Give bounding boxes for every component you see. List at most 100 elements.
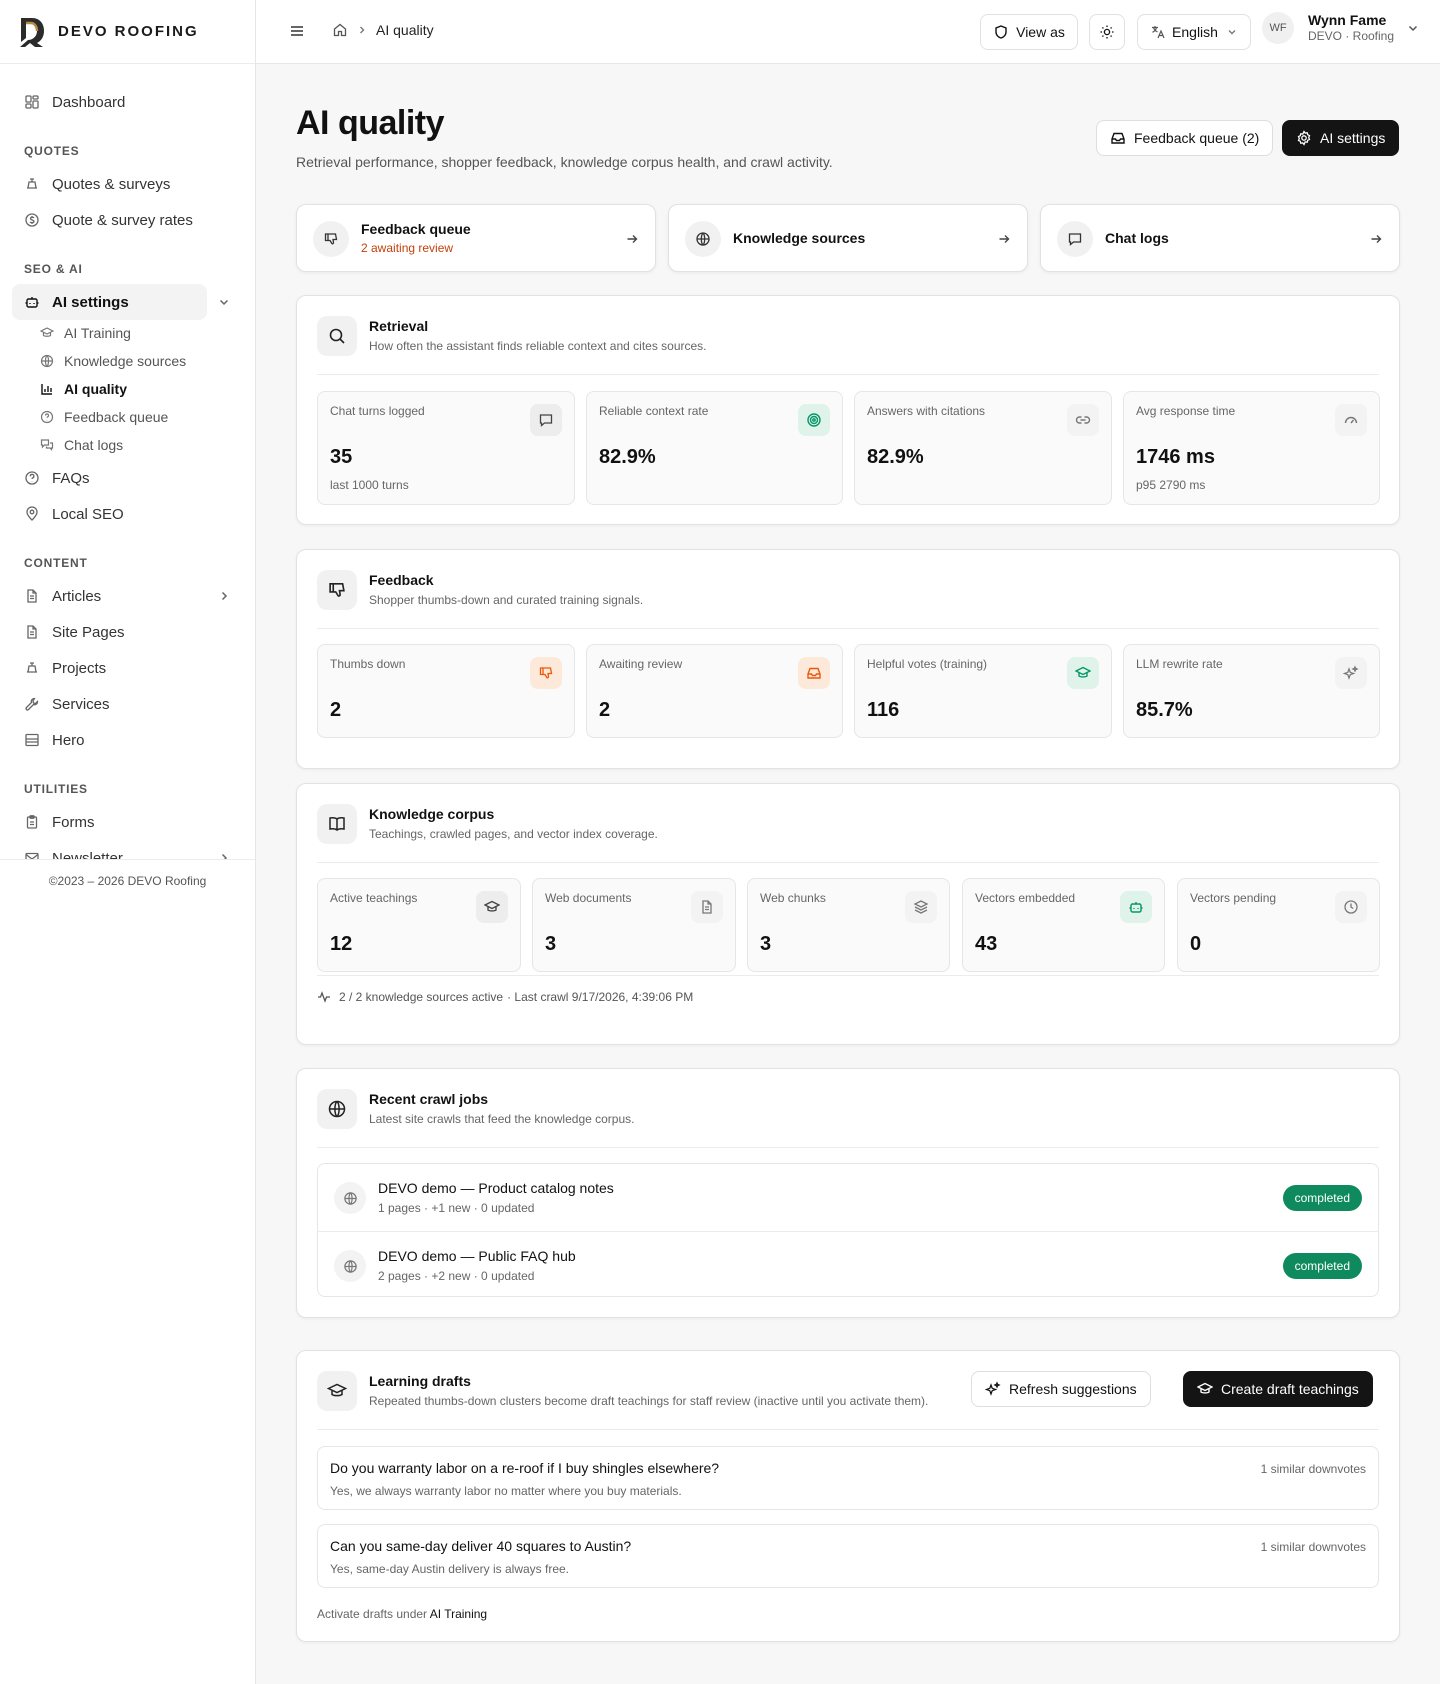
- create-draft-teachings-button[interactable]: Create draft teachings: [1183, 1371, 1373, 1407]
- user-name: Wynn Fame: [1308, 12, 1387, 28]
- thumbs-down-icon: [317, 570, 357, 610]
- sidebar-nav[interactable]: Dashboard QUOTES Quotes & surveys Quote …: [0, 64, 255, 860]
- crawl-job-row[interactable]: DEVO demo — Product catalog notes 1 page…: [318, 1164, 1378, 1231]
- arrow-right-icon: [999, 235, 1010, 243]
- messages-icon: [40, 439, 54, 451]
- stat-value: 3: [760, 933, 772, 955]
- sidebar-item-label: Articles: [52, 587, 102, 605]
- ai-settings-button[interactable]: AI settings: [1282, 120, 1400, 156]
- sidebar-subitem-feedback-queue[interactable]: Feedback queue: [40, 406, 168, 428]
- sidebar-item-label: Local SEO: [52, 505, 124, 523]
- crawl-job-list: DEVO demo — Product catalog notes 1 page…: [317, 1163, 1379, 1297]
- stat-value: 82.9%: [599, 446, 656, 468]
- sidebar-subitem-label: AI Training: [64, 325, 131, 341]
- breadcrumb-current: AI quality: [376, 22, 434, 38]
- ai-training-link[interactable]: AI Training: [430, 1607, 487, 1621]
- sidebar-item-forms[interactable]: Forms: [12, 804, 207, 840]
- sidebar-item-label: Quotes & surveys: [52, 175, 171, 193]
- card-description: Teachings, crawled pages, and vector ind…: [369, 827, 658, 841]
- brand-logo: [20, 17, 44, 47]
- section-content: CONTENT: [24, 556, 88, 570]
- chevron-down-icon: [1228, 30, 1236, 35]
- feedback-queue-button[interactable]: Feedback queue (2): [1096, 120, 1274, 156]
- card-title: Learning drafts: [369, 1373, 471, 1389]
- sidebar-item-quote-rates[interactable]: Quote & survey rates: [12, 202, 207, 238]
- sidebar-item-label: Projects: [52, 659, 107, 677]
- card-header: Feedback Shopper thumbs-down and curated…: [317, 570, 1379, 614]
- bar-chart-icon: [41, 384, 52, 395]
- draft-item[interactable]: Do you warranty labor on a re-roof if I …: [317, 1446, 1379, 1510]
- stat-web-documents: Web documents 3: [532, 878, 736, 972]
- sidebar-item-faqs[interactable]: FAQs: [12, 460, 207, 496]
- divider: [317, 1147, 1379, 1148]
- stat-note: last 1000 turns: [330, 478, 409, 492]
- arrow-right-icon: [627, 235, 638, 243]
- sidebar-item-site-pages[interactable]: Site Pages: [12, 614, 207, 650]
- quick-link-chat-logs[interactable]: Chat logs: [1040, 204, 1400, 272]
- draft-question: Can you same-day deliver 40 squares to A…: [330, 1538, 632, 1554]
- stat-value: 1746 ms: [1136, 446, 1215, 468]
- inbox-icon: [1111, 132, 1125, 144]
- stat-value: 43: [975, 933, 998, 955]
- home-icon[interactable]: [332, 22, 348, 38]
- sidebar-item-quotes-surveys[interactable]: Quotes & surveys: [12, 166, 207, 202]
- stat-label: Answers with citations: [867, 404, 986, 418]
- sidebar-subitem-chat-logs[interactable]: Chat logs: [40, 434, 123, 456]
- sidebar-item-label: AI settings: [52, 293, 129, 311]
- language-select[interactable]: English: [1137, 14, 1251, 50]
- shield-icon: [995, 25, 1007, 39]
- globe-icon: [317, 1089, 357, 1129]
- ai-settings-button-label: AI settings: [1320, 130, 1386, 146]
- sidebar-item-articles[interactable]: Articles: [12, 578, 207, 614]
- user-menu[interactable]: WF Wynn Fame DEVO · Roofing: [1262, 12, 1420, 44]
- chevron-down-icon[interactable]: [217, 295, 231, 309]
- sidebar-subitem-knowledge-sources[interactable]: Knowledge sources: [40, 350, 186, 372]
- sidebar-item-local-seo[interactable]: Local SEO: [12, 496, 207, 532]
- sidebar-subitem-ai-quality[interactable]: AI quality: [40, 378, 127, 400]
- sources-active: 2 / 2 knowledge sources active: [339, 990, 504, 1004]
- thumbs-down-icon: [530, 657, 562, 689]
- quick-link-feedback-queue[interactable]: Feedback queue 2 awaiting review: [296, 204, 656, 272]
- sidebar-subitem-ai-training[interactable]: AI Training: [40, 322, 131, 344]
- stat-value: 85.7%: [1136, 699, 1193, 721]
- sidebar-item-services[interactable]: Services: [12, 686, 207, 722]
- stat-active-teachings: Active teachings 12: [317, 878, 521, 972]
- target-icon: [798, 404, 830, 436]
- stat-web-chunks: Web chunks 3: [747, 878, 950, 972]
- menu-icon[interactable]: [288, 22, 306, 40]
- view-as-label: View as: [1016, 24, 1065, 40]
- retrieval-card: Retrieval How often the assistant finds …: [296, 295, 1400, 525]
- crawl-job-meta: 1 pages · +1 new · 0 updated: [378, 1201, 535, 1215]
- stat-value: 116: [867, 699, 900, 721]
- draft-item[interactable]: Can you same-day deliver 40 squares to A…: [317, 1524, 1379, 1588]
- sidebar-item-projects[interactable]: Projects: [12, 650, 207, 686]
- stat-vectors-embedded: Vectors embedded 43: [962, 878, 1165, 972]
- dollar-circle-icon: [25, 213, 39, 227]
- stat-label: Vectors embedded: [975, 891, 1076, 905]
- crawl-job-row[interactable]: DEVO demo — Public FAQ hub 2 pages · +2 …: [318, 1231, 1378, 1296]
- quick-link-knowledge-sources[interactable]: Knowledge sources: [668, 204, 1028, 272]
- theme-toggle-button[interactable]: [1089, 14, 1125, 50]
- draft-answer: Yes, same-day Austin delivery is always …: [330, 1562, 569, 1576]
- sidebar-item-label: Quote & survey rates: [52, 211, 193, 229]
- sidebar-item-newsletter[interactable]: Newsletter: [12, 840, 207, 860]
- chevron-right-icon[interactable]: [217, 589, 231, 603]
- sidebar-item-ai-settings[interactable]: AI settings: [12, 284, 207, 320]
- sparkles-icon: [985, 1381, 1001, 1396]
- refresh-suggestions-button[interactable]: Refresh suggestions: [971, 1371, 1151, 1407]
- section-seo-ai: SEO & AI: [24, 262, 83, 276]
- page-title: AI quality: [296, 104, 445, 142]
- card-description: How often the assistant finds reliable c…: [369, 339, 707, 353]
- draft-downvote-count: 1 similar downvotes: [1260, 1462, 1366, 1476]
- sidebar-subitem-label: Feedback queue: [64, 409, 169, 425]
- sidebar-item-hero[interactable]: Hero: [12, 722, 207, 758]
- sidebar-subitem-label: AI quality: [64, 381, 128, 397]
- help-circle-icon: [25, 471, 39, 485]
- sidebar-item-dashboard[interactable]: Dashboard: [12, 84, 207, 120]
- globe-icon: [334, 1182, 366, 1214]
- crawl-job-title: DEVO demo — Product catalog notes: [378, 1180, 614, 1196]
- view-as-button[interactable]: View as: [980, 14, 1078, 50]
- brand[interactable]: DEVO ROOFING: [0, 0, 255, 64]
- stat-value: 82.9%: [867, 446, 924, 468]
- chevron-right-icon: [360, 26, 365, 34]
